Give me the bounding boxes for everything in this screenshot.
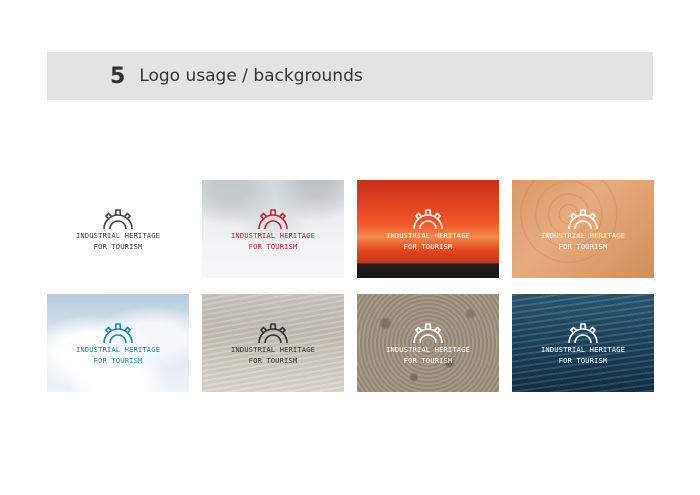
logo: INDUSTRIAL HERITAGE FOR TOURISM [76, 320, 160, 366]
logo-tile-water: INDUSTRIAL HERITAGE FOR TOURISM [202, 294, 344, 392]
section-number: 5 [110, 63, 126, 89]
logo-tile-sea: INDUSTRIAL HERITAGE FOR TOURISM [512, 294, 654, 392]
logo-tile-snow: INDUSTRIAL HERITAGE FOR TOURISM [202, 180, 344, 278]
logo: INDUSTRIAL HERITAGE FOR TOURISM [541, 320, 625, 366]
logo-tile-wood: INDUSTRIAL HERITAGE FOR TOURISM [512, 180, 654, 278]
logo-text-line1: INDUSTRIAL HERITAGE [385, 231, 471, 240]
logo: INDUSTRIAL HERITAGE FOR TOURISM [231, 206, 315, 252]
logo-tile-gravel: INDUSTRIAL HERITAGE FOR TOURISM [357, 294, 499, 392]
logo-text-line1: INDUSTRIAL HERITAGE [540, 345, 626, 354]
logo-text-line2: FOR TOURISM [403, 241, 453, 251]
logo-text-line1: INDUSTRIAL HERITAGE [75, 345, 161, 354]
logo: INDUSTRIAL HERITAGE FOR TOURISM [76, 206, 160, 252]
logo: INDUSTRIAL HERITAGE FOR TOURISM [231, 320, 315, 366]
logo-tile-sunset: INDUSTRIAL HERITAGE FOR TOURISM [357, 180, 499, 278]
gear-icon [413, 209, 443, 230]
logo-text-line1: INDUSTRIAL HERITAGE [540, 231, 626, 240]
section-title: Logo usage / backgrounds [139, 66, 363, 86]
gear-icon [413, 323, 443, 344]
section-header: 5 Logo usage / backgrounds [47, 52, 653, 100]
logo: INDUSTRIAL HERITAGE FOR TOURISM [386, 320, 470, 366]
logo-text-line1: INDUSTRIAL HERITAGE [75, 231, 161, 240]
logo-text-line1: INDUSTRIAL HERITAGE [230, 345, 316, 354]
logo-text-line2: FOR TOURISM [248, 241, 298, 251]
gear-icon [103, 323, 133, 344]
gear-icon [103, 209, 133, 230]
logo-text-line2: FOR TOURISM [248, 355, 298, 365]
logo-text-line2: FOR TOURISM [93, 355, 143, 365]
logo-text-line1: INDUSTRIAL HERITAGE [230, 231, 316, 240]
gear-icon [258, 209, 288, 230]
logo: INDUSTRIAL HERITAGE FOR TOURISM [541, 206, 625, 252]
logo-tile-white: INDUSTRIAL HERITAGE FOR TOURISM [47, 180, 189, 278]
gear-icon [258, 323, 288, 344]
logo-text-line2: FOR TOURISM [558, 355, 608, 365]
logo-text-line2: FOR TOURISM [93, 241, 143, 251]
logo: INDUSTRIAL HERITAGE FOR TOURISM [386, 206, 470, 252]
logo-text-line2: FOR TOURISM [403, 355, 453, 365]
gear-icon [568, 209, 598, 230]
logo-text-line1: INDUSTRIAL HERITAGE [385, 345, 471, 354]
logo-text-line2: FOR TOURISM [558, 241, 608, 251]
logo-tile-clouds: INDUSTRIAL HERITAGE FOR TOURISM [47, 294, 189, 392]
gear-icon [568, 323, 598, 344]
